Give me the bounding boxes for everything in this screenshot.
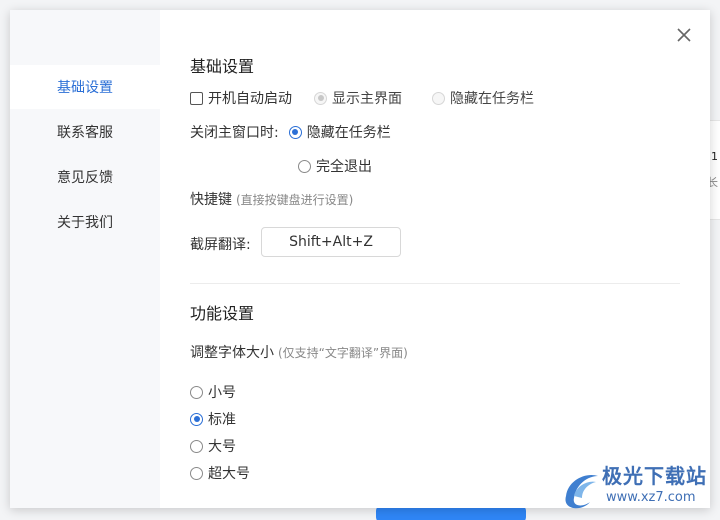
font-size-small-label: 小号 bbox=[208, 385, 236, 401]
sidebar-item-feedback[interactable]: 意见反馈 bbox=[10, 155, 160, 199]
aurora-logo-icon bbox=[565, 474, 598, 509]
autostart-label: 开机自动启动 bbox=[208, 91, 292, 107]
sidebar-item-about-us[interactable]: 关于我们 bbox=[10, 200, 160, 244]
close-behavior-label: 关闭主窗口时: bbox=[190, 125, 279, 141]
screenshot-translate-label: 截屏翻译: bbox=[190, 237, 251, 253]
hide-taskbar-radio[interactable] bbox=[432, 91, 445, 105]
font-size-standard-radio[interactable] bbox=[190, 412, 203, 426]
font-size-large-label: 大号 bbox=[208, 439, 236, 455]
close-exit-radio[interactable] bbox=[298, 159, 311, 173]
close-behavior-row: 关闭主窗口时: 隐藏在任务栏 bbox=[190, 122, 391, 142]
screenshot-hotkey-input[interactable]: Shift+Alt+Z bbox=[261, 227, 401, 257]
settings-dialog: 基础设置 联系客服 意见反馈 关于我们 基础设置 开机自动启动 显示主界面 隐藏… bbox=[10, 10, 710, 508]
hotkey-hint: (直接按键盘进行设置) bbox=[236, 192, 354, 207]
font-size-xlarge-label: 超大号 bbox=[208, 466, 250, 482]
sidebar-item-contact-support[interactable]: 联系客服 bbox=[10, 110, 160, 154]
font-size-option[interactable]: 大号 bbox=[190, 436, 236, 456]
sidebar-item-basic-settings[interactable]: 基础设置 bbox=[10, 65, 160, 109]
background-text: 1 bbox=[711, 150, 718, 163]
font-size-small-radio[interactable] bbox=[190, 385, 203, 399]
font-size-xlarge-radio[interactable] bbox=[190, 466, 203, 480]
font-size-standard-label: 标准 bbox=[208, 412, 236, 428]
hide-taskbar-label: 隐藏在任务栏 bbox=[450, 91, 534, 107]
font-size-option[interactable]: 超大号 bbox=[190, 463, 250, 483]
sidebar-item-label: 关于我们 bbox=[57, 215, 113, 231]
feature-settings-title: 功能设置 bbox=[190, 304, 255, 323]
watermark-url: www.xz7.com bbox=[606, 490, 696, 505]
autostart-checkbox[interactable] bbox=[190, 91, 203, 105]
sidebar: 基础设置 联系客服 意见反馈 关于我们 bbox=[10, 10, 160, 508]
hotkey-title: 快捷键 bbox=[190, 192, 232, 208]
watermark: 极光下载站 www.xz7.com bbox=[560, 458, 720, 520]
close-hide-label: 隐藏在任务栏 bbox=[306, 125, 391, 141]
section-divider bbox=[190, 283, 680, 284]
close-exit-row: 完全退出 bbox=[298, 156, 372, 176]
font-size-heading-row: 调整字体大小 (仅支持“文字翻译”界面) bbox=[190, 342, 408, 362]
font-size-option[interactable]: 小号 bbox=[190, 382, 236, 402]
screenshot-label-row: 截屏翻译: bbox=[190, 234, 251, 254]
font-size-label: 调整字体大小 bbox=[190, 345, 274, 361]
sidebar-item-label: 意见反馈 bbox=[57, 170, 113, 186]
font-size-large-radio[interactable] bbox=[190, 439, 203, 453]
hotkey-heading-row: 快捷键 (直接按键盘进行设置) bbox=[190, 189, 353, 209]
basic-settings-title: 基础设置 bbox=[190, 57, 255, 76]
close-hide-radio[interactable] bbox=[288, 125, 302, 139]
watermark-name: 极光下载站 bbox=[602, 464, 707, 488]
startup-row: 开机自动启动 显示主界面 隐藏在任务栏 bbox=[190, 88, 534, 108]
close-exit-label: 完全退出 bbox=[316, 159, 372, 175]
sidebar-item-label: 基础设置 bbox=[57, 80, 113, 96]
sidebar-item-label: 联系客服 bbox=[57, 125, 113, 141]
show-main-label: 显示主界面 bbox=[332, 91, 402, 107]
show-main-radio[interactable] bbox=[314, 91, 327, 105]
font-size-hint: (仅支持“文字翻译”界面) bbox=[278, 345, 408, 360]
settings-content: 基础设置 开机自动启动 显示主界面 隐藏在任务栏 关闭主窗口时: 隐藏在任务栏 … bbox=[190, 10, 710, 508]
font-size-option[interactable]: 标准 bbox=[190, 409, 236, 429]
